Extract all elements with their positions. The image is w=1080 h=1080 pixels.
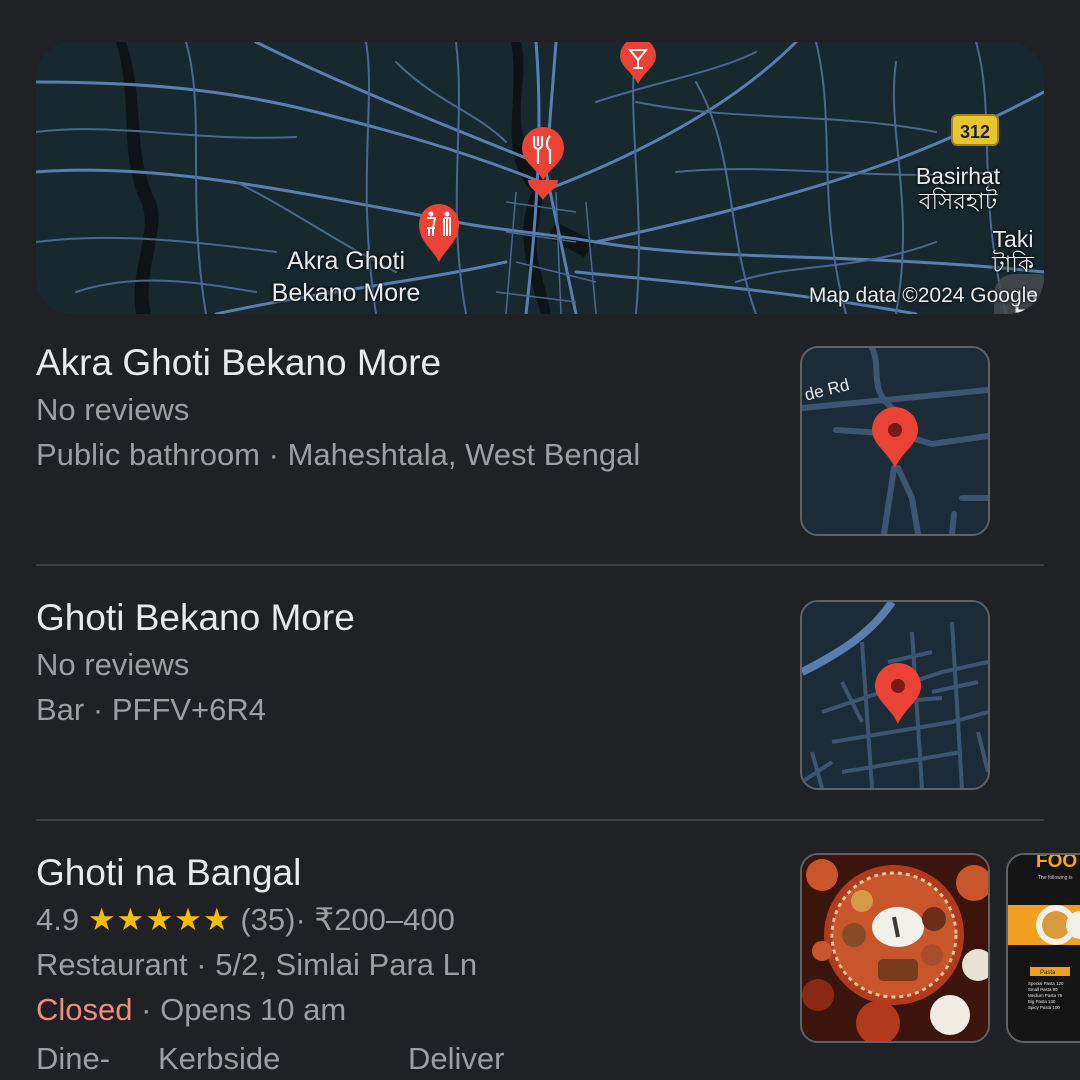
result-divider (36, 819, 1044, 821)
result-thumbnail-map[interactable] (800, 600, 990, 790)
restaurant-pin-icon[interactable] (520, 124, 566, 204)
road-number-badge: 312 (951, 114, 999, 146)
service-delivery: Deliver (408, 1041, 505, 1076)
search-results-page: Akra Ghoti Bekano More 312 Basirhat বসির… (0, 0, 1080, 1080)
result-divider (36, 564, 1044, 566)
rating-stars: ★★★★★ (87, 902, 232, 937)
result-thumbnail-map[interactable]: de Rd (800, 346, 990, 536)
thumbnail-map (802, 602, 988, 788)
menu-title: FOO (1036, 855, 1077, 872)
result-photo-menu[interactable]: FOO The following is Pasta Special Pasta… (1006, 853, 1080, 1043)
review-count: (35) (240, 902, 296, 937)
city-label-taki: Taki টাকি (992, 226, 1034, 277)
rating-value: 4.9 (36, 902, 80, 937)
service-kerbside: Kerbside (158, 1041, 281, 1076)
menu-photo: FOO The following is Pasta Special Pasta… (1008, 855, 1080, 1041)
results-map[interactable]: Akra Ghoti Bekano More 312 Basirhat বসির… (36, 42, 1044, 314)
bar-pin-icon[interactable] (618, 42, 658, 86)
menu-item: Big Pasta 130 (1028, 999, 1056, 1004)
menu-item: Special Pasta 120 (1028, 981, 1064, 986)
city-label-basirhat: Basirhat বসিরহাট (915, 163, 1001, 214)
status-closed: Closed (36, 992, 133, 1027)
thumbnail-map: de Rd (802, 348, 988, 534)
result-photo-food[interactable] (800, 853, 990, 1043)
menu-section: Pasta (1040, 970, 1056, 976)
food-photo (802, 855, 988, 1041)
menu-item: Spicy Pasta 100 (1028, 1005, 1060, 1010)
map-place-label: Akra Ghoti Bekano More (271, 247, 421, 307)
opening-time: Opens 10 am (160, 992, 347, 1027)
map-attribution: Map data ©2024 Google (808, 284, 1038, 307)
service-dine-in: Dine- (36, 1041, 111, 1076)
price-range: ₹200–400 (314, 902, 455, 937)
menu-item: Medium Pasta 75 (1028, 993, 1063, 998)
service-options: Dine- Kerbside Deliver (36, 1036, 736, 1080)
menu-subtitle: The following is (1038, 875, 1073, 881)
menu-item: Small Pasta 90 (1028, 987, 1058, 992)
